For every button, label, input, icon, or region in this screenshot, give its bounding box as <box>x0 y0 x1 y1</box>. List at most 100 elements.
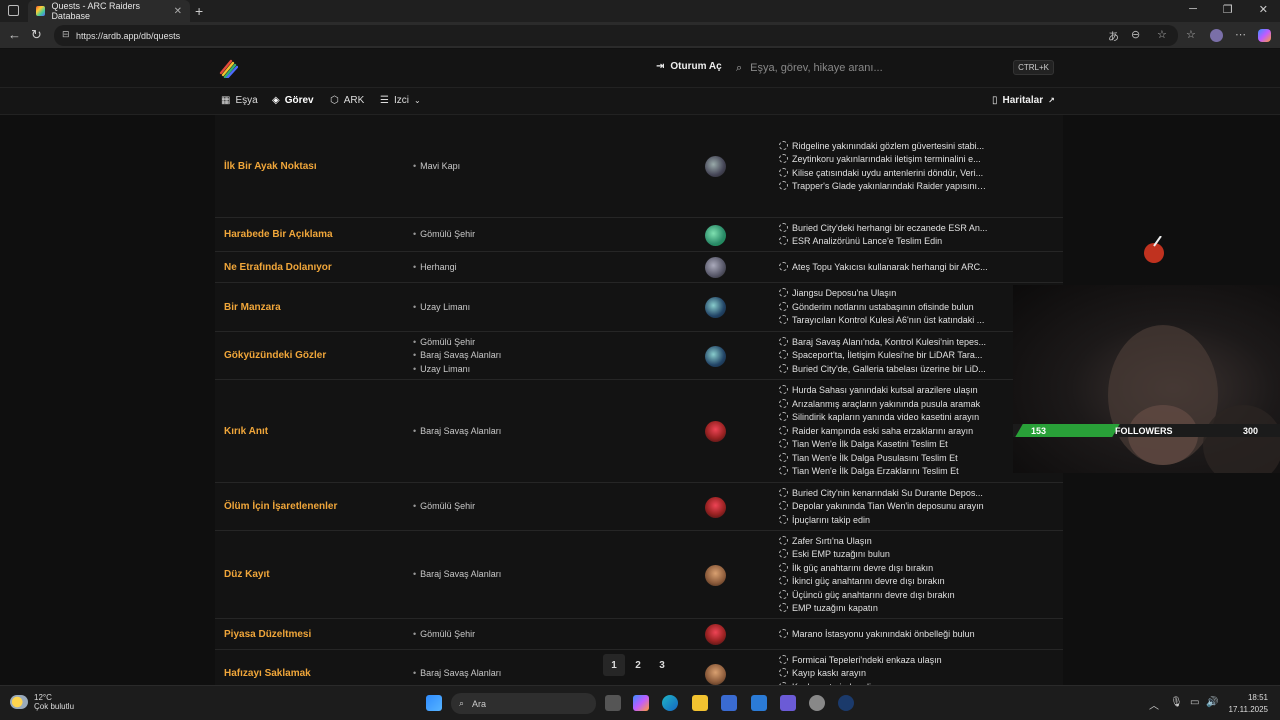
maximize-icon[interactable]: ❐ <box>1223 3 1233 16</box>
file-explorer-icon[interactable] <box>692 695 708 711</box>
minimize-icon[interactable]: ─ <box>1189 3 1197 16</box>
objective-item: Ateş Topu Yakıcısı kullanarak herhangi b… <box>779 261 989 275</box>
hex-icon: ⬡ <box>330 95 339 106</box>
store-icon[interactable] <box>721 695 737 711</box>
quest-name[interactable]: Bir Manzara <box>224 302 281 313</box>
objective-item: ESR Analizörünü Lance'e Teslim Edin <box>779 235 989 249</box>
pagination: 1 2 3 <box>603 654 673 676</box>
task-view-icon[interactable] <box>605 695 621 711</box>
quest-locations: Gömülü Şehir <box>413 628 475 642</box>
edge-icon[interactable] <box>662 695 678 711</box>
copilot-app-icon[interactable] <box>633 695 649 711</box>
location-item: Baraj Savaş Alanları <box>413 425 501 439</box>
nav-item-ark[interactable]: ⬡ ARK <box>330 95 364 106</box>
menu-icon[interactable]: ⋯ <box>1235 28 1246 41</box>
weather-widget[interactable]: 12°C Çok bulutlu <box>10 693 74 711</box>
nav-item-esya[interactable]: ▦ Eşya <box>221 95 258 106</box>
quest-name[interactable]: Piyasa Düzeltmesi <box>224 629 311 640</box>
quest-giver-avatar <box>705 496 726 518</box>
teams-icon[interactable] <box>780 695 796 711</box>
objective-item: Kayıp kaskı arayın <box>779 667 989 681</box>
objective-item: Üçüncü güç anahtarını devre dışı bırakın <box>779 589 989 603</box>
quest-row[interactable]: Ne Etrafında Dolanıyor Herhangi Ateş Topu … <box>215 252 1063 283</box>
page-button-3[interactable]: 3 <box>651 654 673 676</box>
quest-row[interactable]: Piyasa Düzeltmesi Gömülü Şehir Marano İsta… <box>215 619 1063 650</box>
quest-objectives: Formicai Tepeleri'ndeki enkaza ulaşın Kay… <box>779 654 989 685</box>
quest-name[interactable]: Harabede Bir Açıklama <box>224 229 333 240</box>
browser-tab[interactable]: Quests - ARC Raiders Database ✕ <box>28 0 190 22</box>
quest-row[interactable]: Kırık Anıt Baraj Savaş Alanları Hurda Saha… <box>215 380 1063 483</box>
apple-logo <box>1142 235 1166 264</box>
copilot-icon[interactable] <box>1258 29 1271 42</box>
favorite-star-icon[interactable]: ☆ <box>1157 28 1167 41</box>
objective-item: Tian Wen'e İlk Dalga Erzaklarını Teslim … <box>779 465 989 479</box>
window-close-icon[interactable]: ✕ <box>1259 3 1268 16</box>
quest-name[interactable]: İlk Bir Ayak Noktası <box>224 161 317 172</box>
objective-item: Buried City'nin kenarındaki Su Durante D… <box>779 487 989 501</box>
date: 17.11.2025 <box>1228 705 1268 714</box>
steam-icon[interactable] <box>838 695 854 711</box>
refresh-icon[interactable]: ↻ <box>31 27 42 43</box>
new-tab-button[interactable]: + <box>195 3 203 19</box>
quest-name[interactable]: Düz Kayıt <box>224 569 270 580</box>
login-button[interactable]: ⇥ Oturum Aç <box>656 61 722 72</box>
quest-name[interactable]: Gökyüzündeki Gözler <box>224 350 326 361</box>
objective-item: Tarayıcıları Kontrol Kulesi A6'nın üst k… <box>779 314 989 328</box>
quest-locations: Gömülü Şehir <box>413 228 475 242</box>
quest-name[interactable]: Kırık Anıt <box>224 426 268 437</box>
quest-objectives: Buried City'nin kenarındaki Su Durante D… <box>779 487 989 528</box>
followers-current: 153 <box>1031 426 1047 436</box>
page-button-2[interactable]: 2 <box>627 654 649 676</box>
url-text: https://ardb.app/db/quests <box>76 30 181 41</box>
quest-giver-avatar <box>705 345 726 367</box>
mic-icon[interactable]: 🎙 <box>1170 697 1183 708</box>
maps-link[interactable]: ▯ Haritalar ↗ <box>992 95 1055 106</box>
mail-icon[interactable] <box>751 695 767 711</box>
quest-locations: Gömülü Şehir <box>413 500 475 514</box>
search-shortcut-badge: CTRL+K <box>1013 60 1054 75</box>
quest-row[interactable]: Ölüm İçin İşaretlenenler Gömülü Şehir Buri… <box>215 483 1063 531</box>
page-button-1[interactable]: 1 <box>603 654 625 676</box>
start-icon[interactable] <box>426 695 442 711</box>
nav-item-izci[interactable]: ☰ Izci ⌄ <box>380 95 421 106</box>
obs-icon[interactable] <box>809 695 825 711</box>
quest-name[interactable]: Hafızayı Saklamak <box>224 668 311 679</box>
objective-item: Tian Wen'e İlk Dalga Kasetini Teslim Et <box>779 438 989 452</box>
browser-tabbar: Quests - ARC Raiders Database ✕ + ─ ❐ ✕ <box>0 0 1280 22</box>
quest-row[interactable]: Gökyüzündeki GözlerGömülü ŞehirBaraj Sav… <box>215 332 1063 380</box>
nav-item-gorev[interactable]: ◈ Görev <box>272 95 314 106</box>
quest-objectives: Ateş Topu Yakıcısı kullanarak herhangi b… <box>779 261 989 275</box>
quest-name[interactable]: Ne Etrafında Dolanıyor <box>224 262 332 273</box>
search-icon: ⌕ <box>736 61 743 74</box>
quest-row[interactable]: Düz Kayıt Baraj Savaş Alanları Zafer Sırtı… <box>215 531 1063 619</box>
external-link-icon: ↗ <box>1048 96 1055 105</box>
volume-icon[interactable]: 🔊 <box>1206 697 1218 708</box>
search-input[interactable]: ⌕ Eşya, görev, hikaye aranı... CTRL+K <box>736 57 1056 79</box>
tab-close-icon[interactable]: ✕ <box>174 6 182 17</box>
quest-row[interactable]: Bir Manzara Uzay Limanı Jiangsu Deposu'na … <box>215 283 1063 332</box>
tab-actions-icon[interactable] <box>8 5 19 16</box>
quest-row[interactable]: Harabede Bir Açıklama Gömülü Şehir Buried … <box>215 218 1063 252</box>
quest-name[interactable]: Ölüm İçin İşaretlenenler <box>224 501 337 512</box>
quest-row[interactable]: İlk Bir Ayak Noktası Mavi Kapı Ridgeline y… <box>215 115 1063 218</box>
clock[interactable]: 18:51 17.11.2025 <box>1229 692 1268 716</box>
site-logo[interactable] <box>218 58 238 78</box>
network-icon[interactable]: ▭ <box>1190 697 1199 708</box>
grid-icon: ▦ <box>221 95 231 106</box>
objective-item: Raider kampında eski saha erzaklarını ar… <box>779 425 989 439</box>
objective-item: Ridgeline yakınındaki gözlem güvertesini… <box>779 140 989 154</box>
quest-objectives: Marano İstasyonu yakınındaki önbelleği b… <box>779 628 989 642</box>
quest-giver-avatar <box>705 624 726 645</box>
objective-item: Spaceport'ta, İletişim Kulesi'ne bir LiD… <box>779 349 989 363</box>
profile-avatar[interactable] <box>1210 29 1223 42</box>
translate-icon[interactable]: あ <box>1108 28 1119 44</box>
back-icon[interactable]: ← <box>8 27 21 42</box>
tracking-icon[interactable]: ⊖ <box>1131 28 1140 41</box>
site-info-icon[interactable]: ⊟ <box>62 29 70 40</box>
address-bar[interactable]: ⊟ https://ardb.app/db/quests <box>54 25 1178 46</box>
objective-item: Depolar yakınında Tian Wen'in deposunu a… <box>779 500 989 514</box>
favorites-icon[interactable]: ☆ <box>1186 28 1196 41</box>
weather-text: Çok bulutlu <box>34 702 75 711</box>
tray-overflow-icon[interactable]: ︿ <box>1149 697 1159 712</box>
taskbar-search[interactable]: ⌕ Ara <box>451 693 596 714</box>
